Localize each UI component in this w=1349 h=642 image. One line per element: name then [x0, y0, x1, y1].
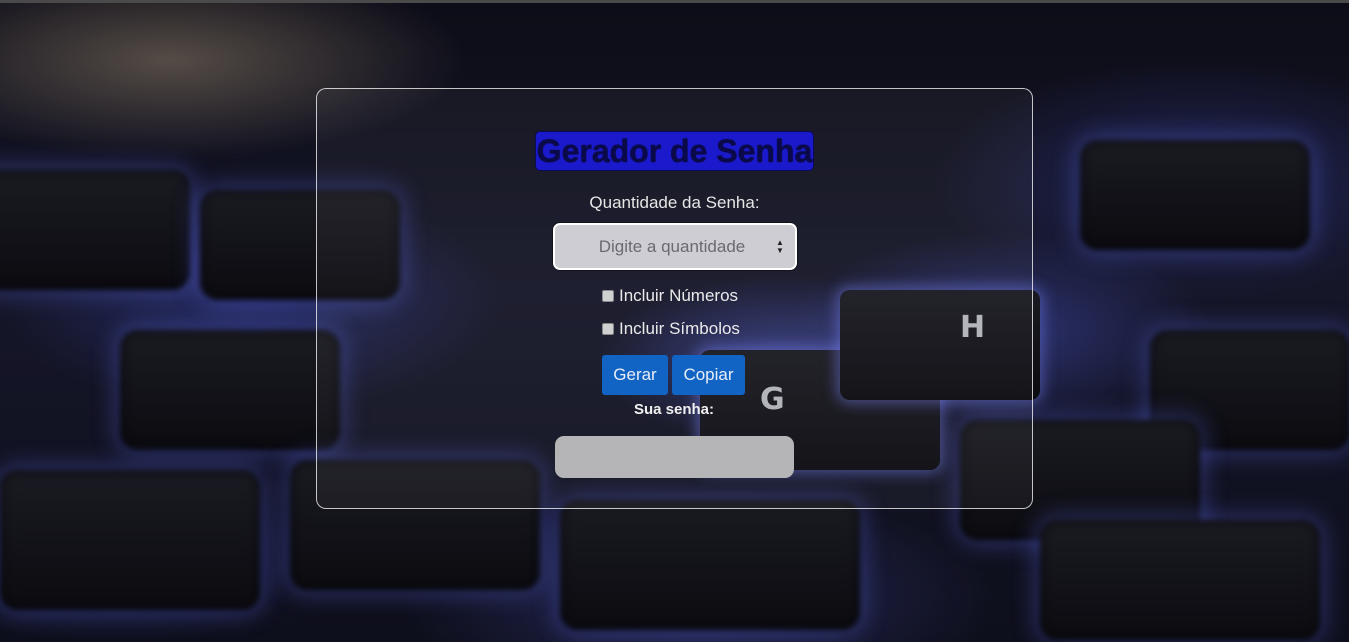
quantity-label: Quantidade da Senha: [589, 193, 760, 212]
background-key [1150, 330, 1349, 450]
background-key [120, 330, 340, 450]
background-key [1080, 140, 1310, 250]
copy-button[interactable]: Copiar [672, 355, 745, 395]
include-numbers-label[interactable]: Incluir Números [619, 286, 738, 306]
number-spinner[interactable]: ▲ ▼ [775, 238, 785, 255]
include-numbers-option[interactable]: Incluir Números [602, 286, 738, 306]
window-top-border [0, 0, 1349, 3]
background-key [0, 470, 260, 610]
include-symbols-checkbox[interactable] [602, 323, 614, 335]
quantity-placeholder: Digite a quantidade [598, 236, 746, 256]
spinner-down-icon[interactable]: ▼ [776, 246, 784, 255]
generate-button[interactable]: Gerar [602, 355, 668, 395]
include-symbols-option[interactable]: Incluir Símbolos [602, 319, 740, 339]
password-output[interactable] [555, 436, 794, 478]
background-key [0, 170, 190, 290]
page-title: Gerador de Senha [535, 131, 814, 171]
include-numbers-checkbox[interactable] [602, 290, 614, 302]
quantity-input[interactable]: Digite a quantidade ▲ ▼ [553, 223, 797, 270]
background-key [560, 500, 860, 630]
include-symbols-label[interactable]: Incluir Símbolos [619, 319, 740, 339]
background-key [1040, 520, 1320, 640]
result-label: Sua senha: [633, 401, 715, 418]
